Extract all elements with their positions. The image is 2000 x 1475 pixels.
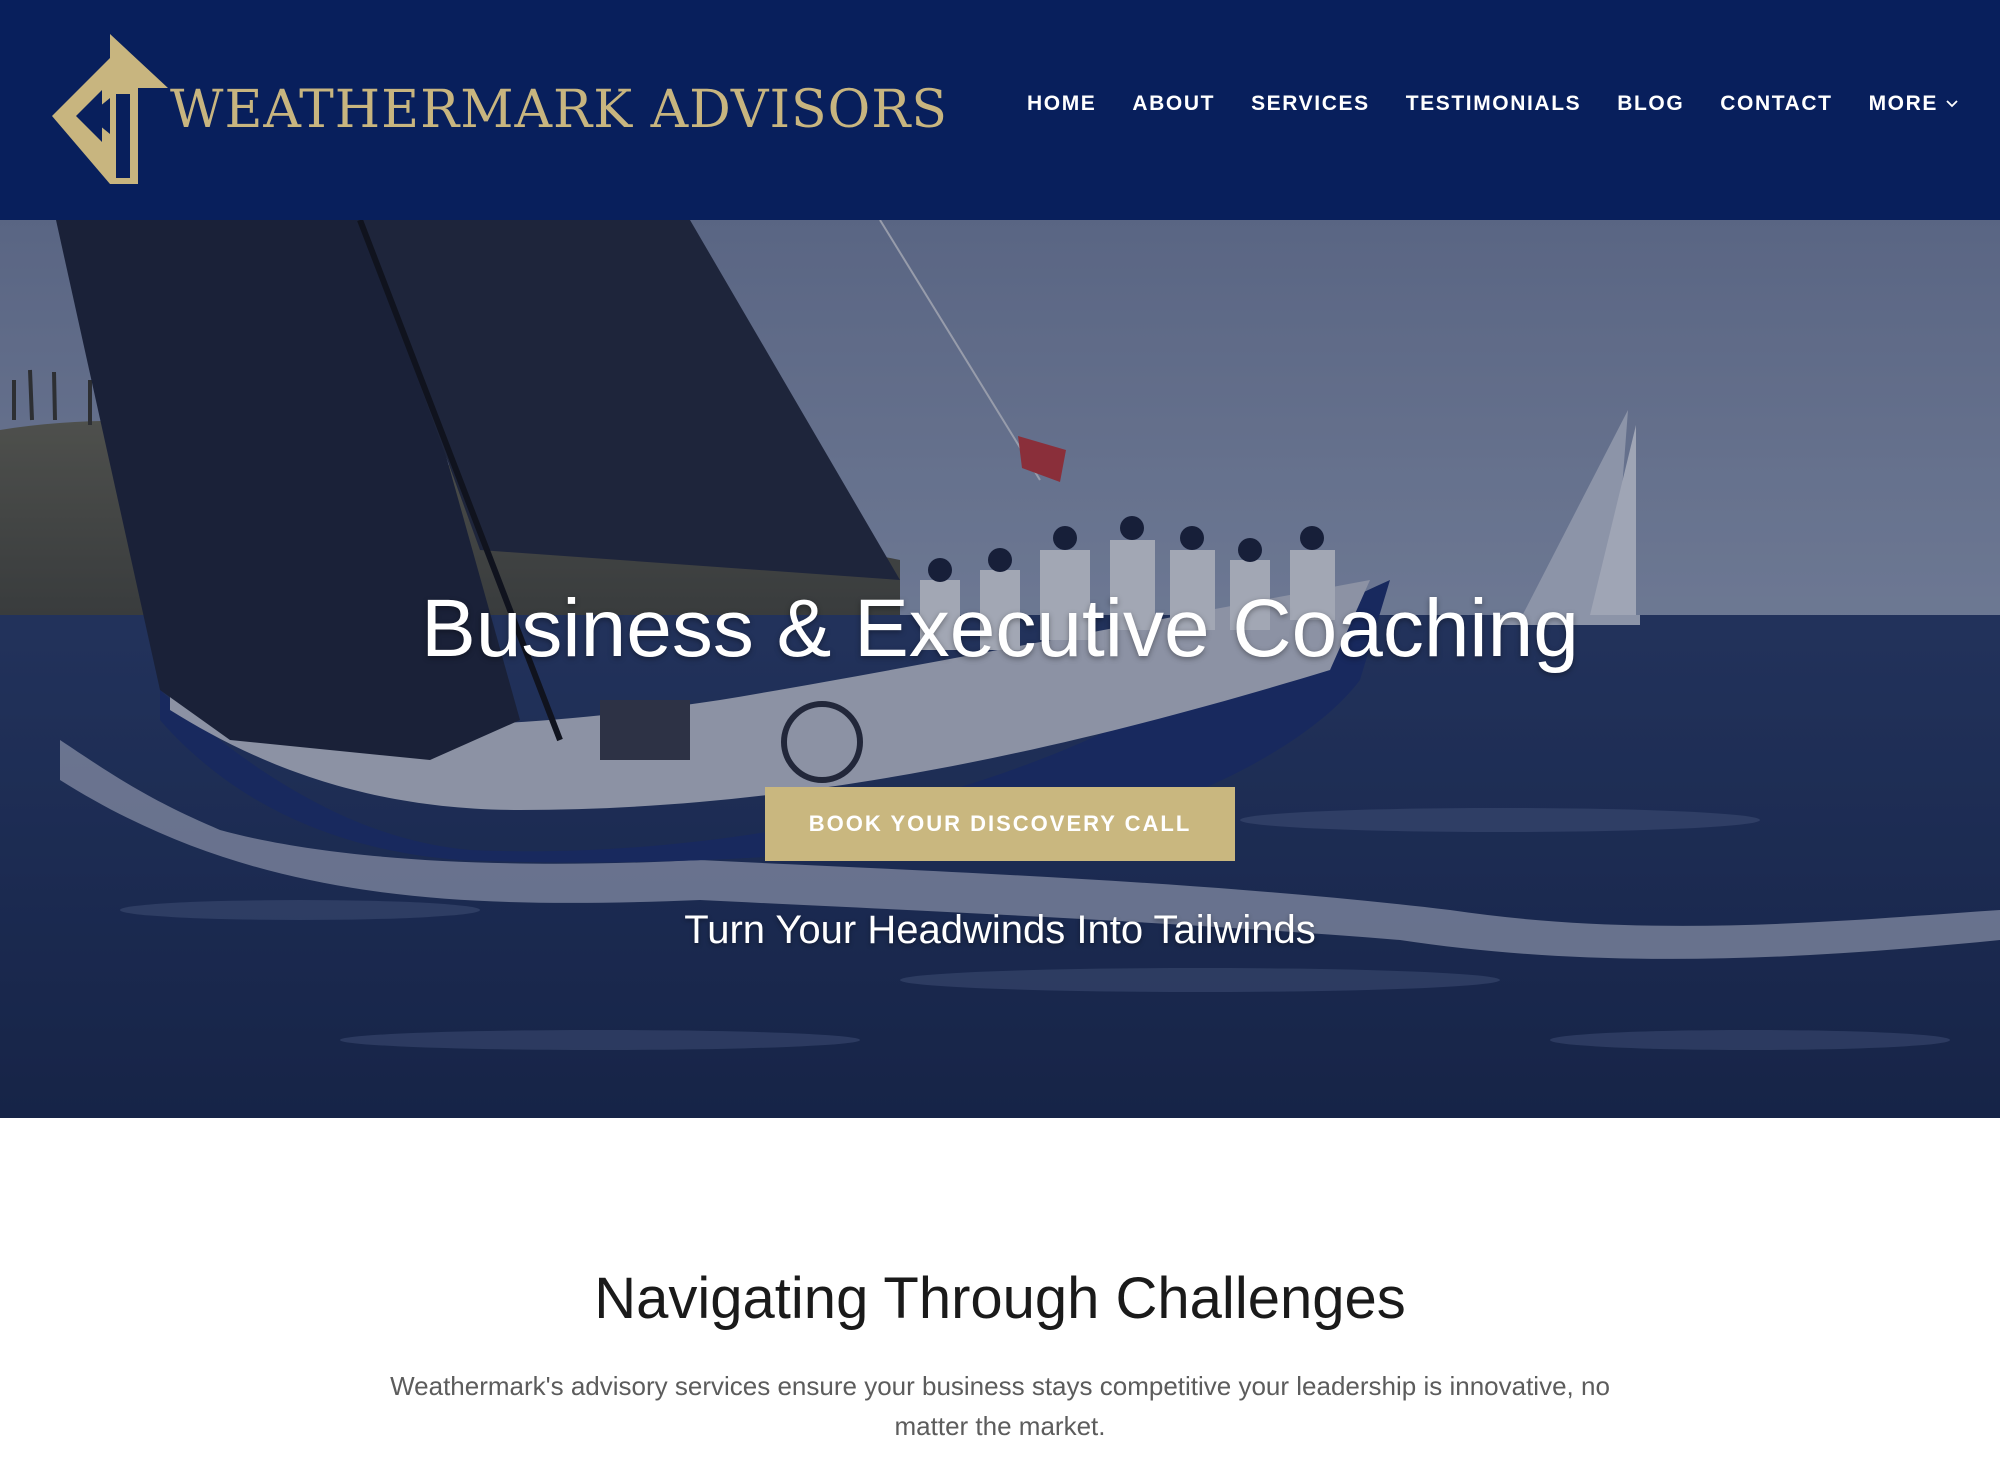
nav-more-label: MORE xyxy=(1868,92,1938,115)
nav-blog[interactable]: BLOG xyxy=(1617,92,1684,116)
nav-testimonials[interactable]: TESTIMONIALS xyxy=(1406,92,1582,116)
nav-services[interactable]: SERVICES xyxy=(1251,92,1370,116)
hero-banner: Business & Executive Coaching BOOK YOUR … xyxy=(0,220,2000,1118)
hero-tagline: Turn Your Headwinds Into Tailwinds xyxy=(684,908,1316,952)
chevron-down-icon xyxy=(1946,100,1958,108)
nav-about[interactable]: ABOUT xyxy=(1132,92,1215,116)
book-discovery-call-button[interactable]: BOOK YOUR DISCOVERY CALL xyxy=(765,787,1235,861)
brand-name: WEATHERMARK ADVISORS xyxy=(170,80,949,140)
nav-contact[interactable]: CONTACT xyxy=(1720,92,1832,116)
hero-title: Business & Executive Coaching xyxy=(421,583,1579,674)
nav-home[interactable]: HOME xyxy=(1027,92,1096,116)
site-header: WEATHERMARK ADVISORS HOME ABOUT SERVICES… xyxy=(0,0,2000,220)
brand-logo[interactable]: WEATHERMARK ADVISORS xyxy=(52,34,947,184)
nav-more[interactable]: MORE xyxy=(1869,92,1958,116)
main-nav: HOME ABOUT SERVICES TESTIMONIALS BLOG CO… xyxy=(1027,92,1958,116)
section-body: Weathermark's advisory services ensure y… xyxy=(390,1371,1610,1441)
compass-arrow-logo-icon xyxy=(52,34,168,184)
section-title: Navigating Through Challenges xyxy=(594,1266,1406,1331)
